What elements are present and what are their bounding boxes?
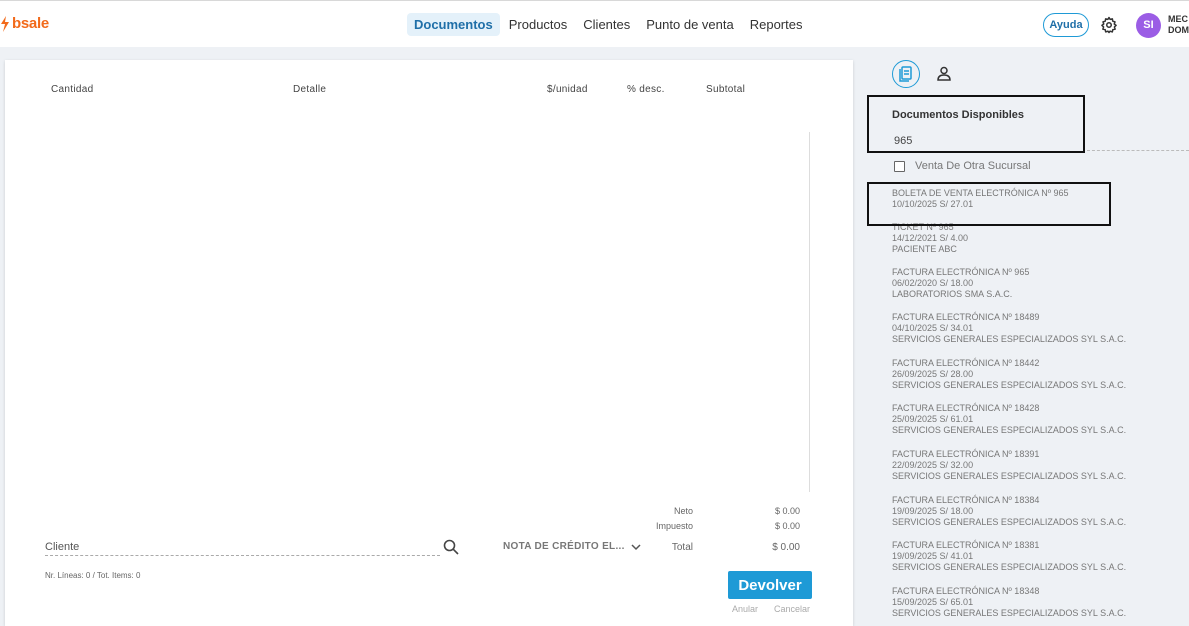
document-line-2: 14/12/2021 S/ 4.00: [892, 233, 969, 243]
nav-item-documentos[interactable]: Documentos: [407, 13, 500, 36]
nav-item-clientes[interactable]: Clientes: [576, 13, 637, 36]
document-line-1: FACTURA ELECTRÓNICA Nº 18384: [892, 495, 1040, 505]
available-documents-panel: Documentos Disponibles Venta De Otra Suc…: [862, 48, 1189, 626]
nav-item-reportes[interactable]: Reportes: [743, 13, 810, 36]
document-line-3: SERVICIOS GENERALES ESPECIALIZADOS SYL S…: [892, 380, 1127, 390]
devolver-button[interactable]: Devolver: [728, 571, 812, 599]
document-line-3: SERVICIOS GENERALES ESPECIALIZADOS SYL S…: [892, 608, 1127, 618]
document-line-1: FACTURA ELECTRÓNICA Nº 965: [892, 267, 1030, 277]
column-header-descuento: % desc.: [627, 84, 665, 95]
column-header-precio-unidad: $/unidad: [547, 84, 588, 95]
neto-label: Neto: [673, 506, 693, 516]
column-header-subtotal: Subtotal: [706, 84, 746, 95]
document-line-2: 15/09/2025 S/ 65.01: [892, 597, 974, 607]
bsale-logo-icon: [1, 15, 9, 32]
cancelar-link[interactable]: Cancelar: [774, 604, 810, 614]
document-search-input[interactable]: [894, 135, 1044, 147]
document-line-2: 06/02/2020 S/ 18.00: [892, 278, 974, 288]
document-type-select[interactable]: NOTA DE CRÉDITO EL...: [503, 541, 625, 552]
document-line-2: 25/09/2025 S/ 61.01: [892, 414, 974, 424]
selected-document-highlight: [867, 182, 1111, 226]
other-branch-checkbox[interactable]: [894, 160, 905, 172]
document-line-1: FACTURA ELECTRÓNICA Nº 18391: [892, 449, 1040, 459]
document-line-1: FACTURA ELECTRÓNICA Nº 18348: [892, 586, 1040, 596]
document-line-2: 19/09/2025 S/ 18.00: [892, 506, 974, 516]
document-line-3: LABORATORIOS SMA S.A.C.: [892, 289, 1013, 299]
document-line-2: 22/09/2025 S/ 32.00: [892, 460, 974, 470]
avatar[interactable]: SI: [1136, 13, 1161, 38]
other-branch-label: Venta De Otra Sucursal: [915, 160, 1031, 172]
document-list-item[interactable]: FACTURA ELECTRÓNICA Nº 18348 15/09/2025 S…: [892, 586, 1126, 619]
tab-documents[interactable]: [892, 60, 920, 88]
document-line-1: FACTURA ELECTRÓNICA Nº 18428: [892, 403, 1040, 413]
brand-name: bsale: [12, 15, 49, 32]
anular-link[interactable]: Anular: [732, 604, 758, 614]
impuesto-value: $ 0.00: [774, 521, 800, 531]
main-nav: Documentos Productos Clientes Punto de v…: [407, 13, 809, 36]
nav-item-productos[interactable]: Productos: [502, 13, 575, 36]
panel-title: Documentos Disponibles: [892, 109, 1025, 121]
document-list: BOLETA DE VENTA ELECTRÓNICA Nº 965 10/10/…: [892, 188, 1189, 626]
document-search-box: Documentos Disponibles: [867, 95, 1085, 153]
document-list-item[interactable]: FACTURA ELECTRÓNICA Nº 18391 22/09/2025 S…: [892, 449, 1126, 482]
document-line-3: SERVICIOS GENERALES ESPECIALIZADOS SYL S…: [892, 471, 1127, 481]
document-line-3: SERVICIOS GENERALES ESPECIALIZADOS SYL S…: [892, 425, 1127, 435]
document-line-2: 19/09/2025 S/ 41.01: [892, 551, 974, 561]
document-list-item[interactable]: FACTURA ELECTRÓNICA Nº 18428 25/09/2025 S…: [892, 403, 1126, 436]
other-branch-checkbox-row[interactable]: Venta De Otra Sucursal: [894, 160, 1031, 172]
document-line-3: SERVICIOS GENERALES ESPECIALIZADOS SYL S…: [892, 517, 1127, 527]
user-name-line2: DOM: [1168, 25, 1189, 35]
document-line-3: SERVICIOS GENERALES ESPECIALIZADOS SYL S…: [892, 562, 1127, 572]
document-list-item[interactable]: FACTURA ELECTRÓNICA Nº 18384 19/09/2025 S…: [892, 495, 1126, 528]
column-header-detalle: Detalle: [293, 84, 327, 95]
search-underline: [1087, 150, 1189, 151]
impuesto-label: Impuesto: [655, 521, 693, 531]
document-icon: [898, 65, 912, 82]
document-list-item[interactable]: FACTURA ELECTRÓNICA Nº 18489 04/10/2025 S…: [892, 312, 1126, 345]
user-name-line1: MEC: [1168, 14, 1188, 24]
client-search-input[interactable]: [45, 538, 440, 556]
document-line-1: FACTURA ELECTRÓNICA Nº 18381: [892, 540, 1040, 550]
gear-icon[interactable]: [1100, 16, 1118, 34]
neto-value: $ 0.00: [774, 506, 800, 516]
document-line-1: FACTURA ELECTRÓNICA Nº 18489: [892, 312, 1040, 322]
document-editor-panel: Cantidad Detalle $/unidad % desc. Subtot…: [5, 60, 853, 626]
document-list-item[interactable]: FACTURA ELECTRÓNICA Nº 18381 19/09/2025 S…: [892, 540, 1126, 573]
total-value: $ 0.00: [772, 542, 800, 553]
user-icon[interactable]: [935, 65, 953, 83]
document-list-item[interactable]: TICKET Nº 965 14/12/2021 S/ 4.00 PACIENTE …: [892, 222, 968, 255]
user-name[interactable]: MEC DOM: [1168, 14, 1189, 36]
help-button[interactable]: Ayuda: [1043, 13, 1089, 37]
document-list-item[interactable]: FACTURA ELECTRÓNICA Nº 965 06/02/2020 S/ …: [892, 267, 1029, 300]
top-bar: bsale Documentos Productos Clientes Punt…: [0, 0, 1189, 47]
search-icon[interactable]: [443, 539, 459, 555]
document-line-1: FACTURA ELECTRÓNICA Nº 18442: [892, 358, 1040, 368]
lines-count-info: Nr. Líneas: 0 / Tot. Items: 0: [45, 571, 141, 580]
document-line-2: 04/10/2025 S/ 34.01: [892, 323, 974, 333]
document-line-3: SERVICIOS GENERALES ESPECIALIZADOS SYL S…: [892, 334, 1127, 344]
table-scrollbar[interactable]: [809, 132, 810, 492]
brand-logo[interactable]: bsale: [0, 15, 49, 32]
nav-item-punto-de-venta[interactable]: Punto de venta: [639, 13, 740, 36]
document-line-2: 26/09/2025 S/ 28.00: [892, 369, 974, 379]
document-list-item[interactable]: FACTURA ELECTRÓNICA Nº 18442 26/09/2025 S…: [892, 358, 1126, 391]
document-line-3: PACIENTE ABC: [892, 244, 957, 254]
column-header-cantidad: Cantidad: [51, 84, 94, 95]
chevron-down-icon[interactable]: [631, 543, 641, 551]
